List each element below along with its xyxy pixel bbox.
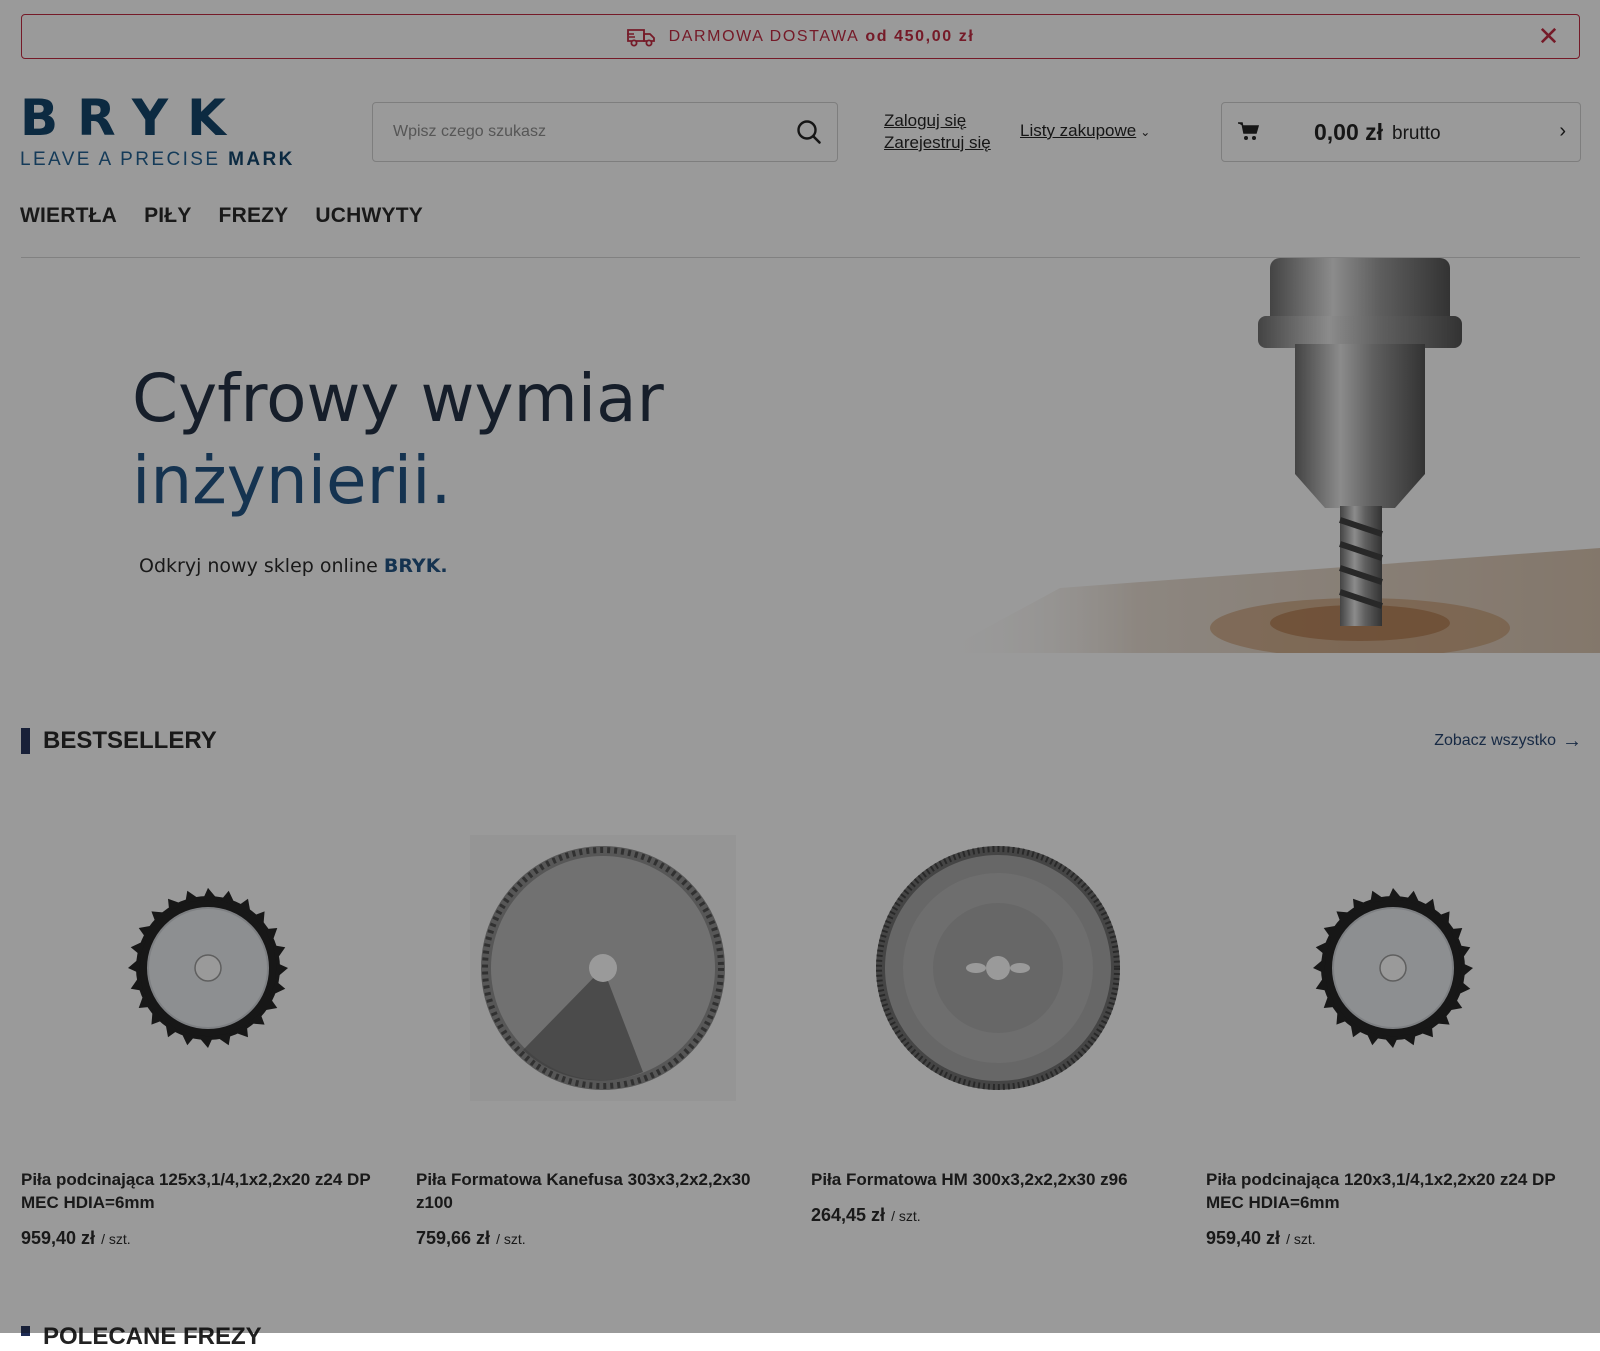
recommended-mills-title: POLECANE FREZY	[43, 1323, 262, 1350]
product-price: 759,66 zł / szt.	[416, 1228, 526, 1248]
saw-tooth	[1388, 888, 1404, 901]
product-name[interactable]: Piła Formatowa HM 300x3,2x2,2x30 z96	[811, 1168, 1185, 1191]
account-links: Zaloguj się Zarejestruj się	[884, 110, 991, 154]
cart-total: 0,00 zł	[1314, 119, 1384, 145]
product-card[interactable]: Piła Formatowa Kanefusa 303x3,2x2,2x30 z…	[416, 782, 790, 1249]
search-icon[interactable]	[795, 118, 823, 146]
saw-blade-image	[470, 835, 736, 1101]
saw-tooth	[197, 1035, 213, 1048]
cart-icon	[1238, 122, 1260, 140]
hero-heading: Cyfrowy wymiar inżynierii.	[132, 360, 664, 519]
delivery-truck-icon	[626, 28, 655, 46]
chevron-down-icon: ⌄	[1140, 125, 1151, 139]
product-name[interactable]: Piła podcinająca 125x3,1/4,1x2,2x20 z24 …	[21, 1168, 395, 1214]
product-image[interactable]	[416, 782, 790, 1154]
promo-amount: od 450,00 zł	[865, 27, 975, 45]
product-name[interactable]: Piła podcinająca 120x3,1/4,1x2,2x20 z24 …	[1206, 1168, 1580, 1214]
arrow-right-icon: →	[1562, 730, 1582, 752]
cart-gross-label: brutto	[1392, 123, 1441, 144]
saw-blade-image	[1313, 888, 1473, 1048]
search-box	[372, 102, 838, 162]
section-marker	[21, 728, 30, 754]
product-image[interactable]	[21, 782, 395, 1154]
nav-item-holders[interactable]: UCHWYTY	[315, 204, 423, 228]
logo-tagline: LEAVE A PRECISE MARK	[20, 149, 295, 170]
main-nav: WIERTŁA PIŁY FREZY UCHWYTY	[20, 204, 423, 228]
free-delivery-banner: DARMOWA DOSTAWA od 450,00 zł ✕	[21, 14, 1580, 59]
login-link[interactable]: Zaloguj się	[884, 110, 991, 132]
see-all-link[interactable]: Zobacz wszystko →	[1434, 730, 1582, 752]
logo-brand: BRYK	[20, 89, 245, 147]
saw-blade-image	[128, 888, 288, 1048]
shopping-lists-label: Listy zakupowe	[1020, 121, 1137, 140]
product-card[interactable]: Piła Formatowa HM 300x3,2x2,2x30 z96 264…	[811, 782, 1185, 1226]
close-icon[interactable]: ✕	[1538, 22, 1561, 50]
product-name[interactable]: Piła Formatowa Kanefusa 303x3,2x2,2x30 z…	[416, 1168, 790, 1214]
product-card[interactable]: Piła podcinająca 120x3,1/4,1x2,2x20 z24 …	[1206, 782, 1580, 1249]
cart-button[interactable]: 0,00 zł brutto ›	[1221, 102, 1581, 162]
saw-tooth	[1460, 963, 1473, 979]
saw-tooth	[275, 963, 288, 979]
nav-item-mills[interactable]: FREZY	[219, 204, 289, 228]
saw-tooth	[1382, 1035, 1398, 1048]
saw-tooth	[128, 957, 141, 973]
product-image[interactable]	[811, 782, 1185, 1154]
promo-text: DARMOWA DOSTAWA	[668, 27, 860, 45]
page: DARMOWA DOSTAWA od 450,00 zł ✕ BRYK LEAV…	[0, 0, 1600, 1350]
shopping-lists-dropdown[interactable]: Listy zakupowe ⌄	[1020, 121, 1150, 141]
drill-bit-image	[940, 258, 1600, 653]
logo[interactable]: BRYK LEAVE A PRECISE MARK	[20, 89, 326, 170]
nav-item-drills[interactable]: WIERTŁA	[20, 204, 117, 228]
product-price: 959,40 zł / szt.	[21, 1228, 131, 1248]
bestsellers-title: BESTSELLERY	[43, 727, 217, 754]
hero-banner[interactable]: Cyfrowy wymiar inżynierii. Odkryj nowy s…	[0, 258, 1600, 653]
register-link[interactable]: Zarejestruj się	[884, 132, 991, 154]
section-marker	[21, 1326, 30, 1336]
product-image[interactable]	[1206, 782, 1580, 1154]
search-input[interactable]	[391, 103, 775, 161]
product-price: 959,40 zł / szt.	[1206, 1228, 1316, 1248]
product-price: 264,45 zł / szt.	[811, 1205, 921, 1225]
product-card[interactable]: Piła podcinająca 125x3,1/4,1x2,2x20 z24 …	[21, 782, 395, 1249]
saw-blade-image	[876, 846, 1120, 1090]
nav-item-saws[interactable]: PIŁY	[144, 204, 191, 228]
hero-subtitle: Odkryj nowy sklep online BRYK.	[139, 555, 448, 577]
chevron-right-icon: ›	[1559, 120, 1566, 142]
saw-tooth	[1313, 957, 1326, 973]
